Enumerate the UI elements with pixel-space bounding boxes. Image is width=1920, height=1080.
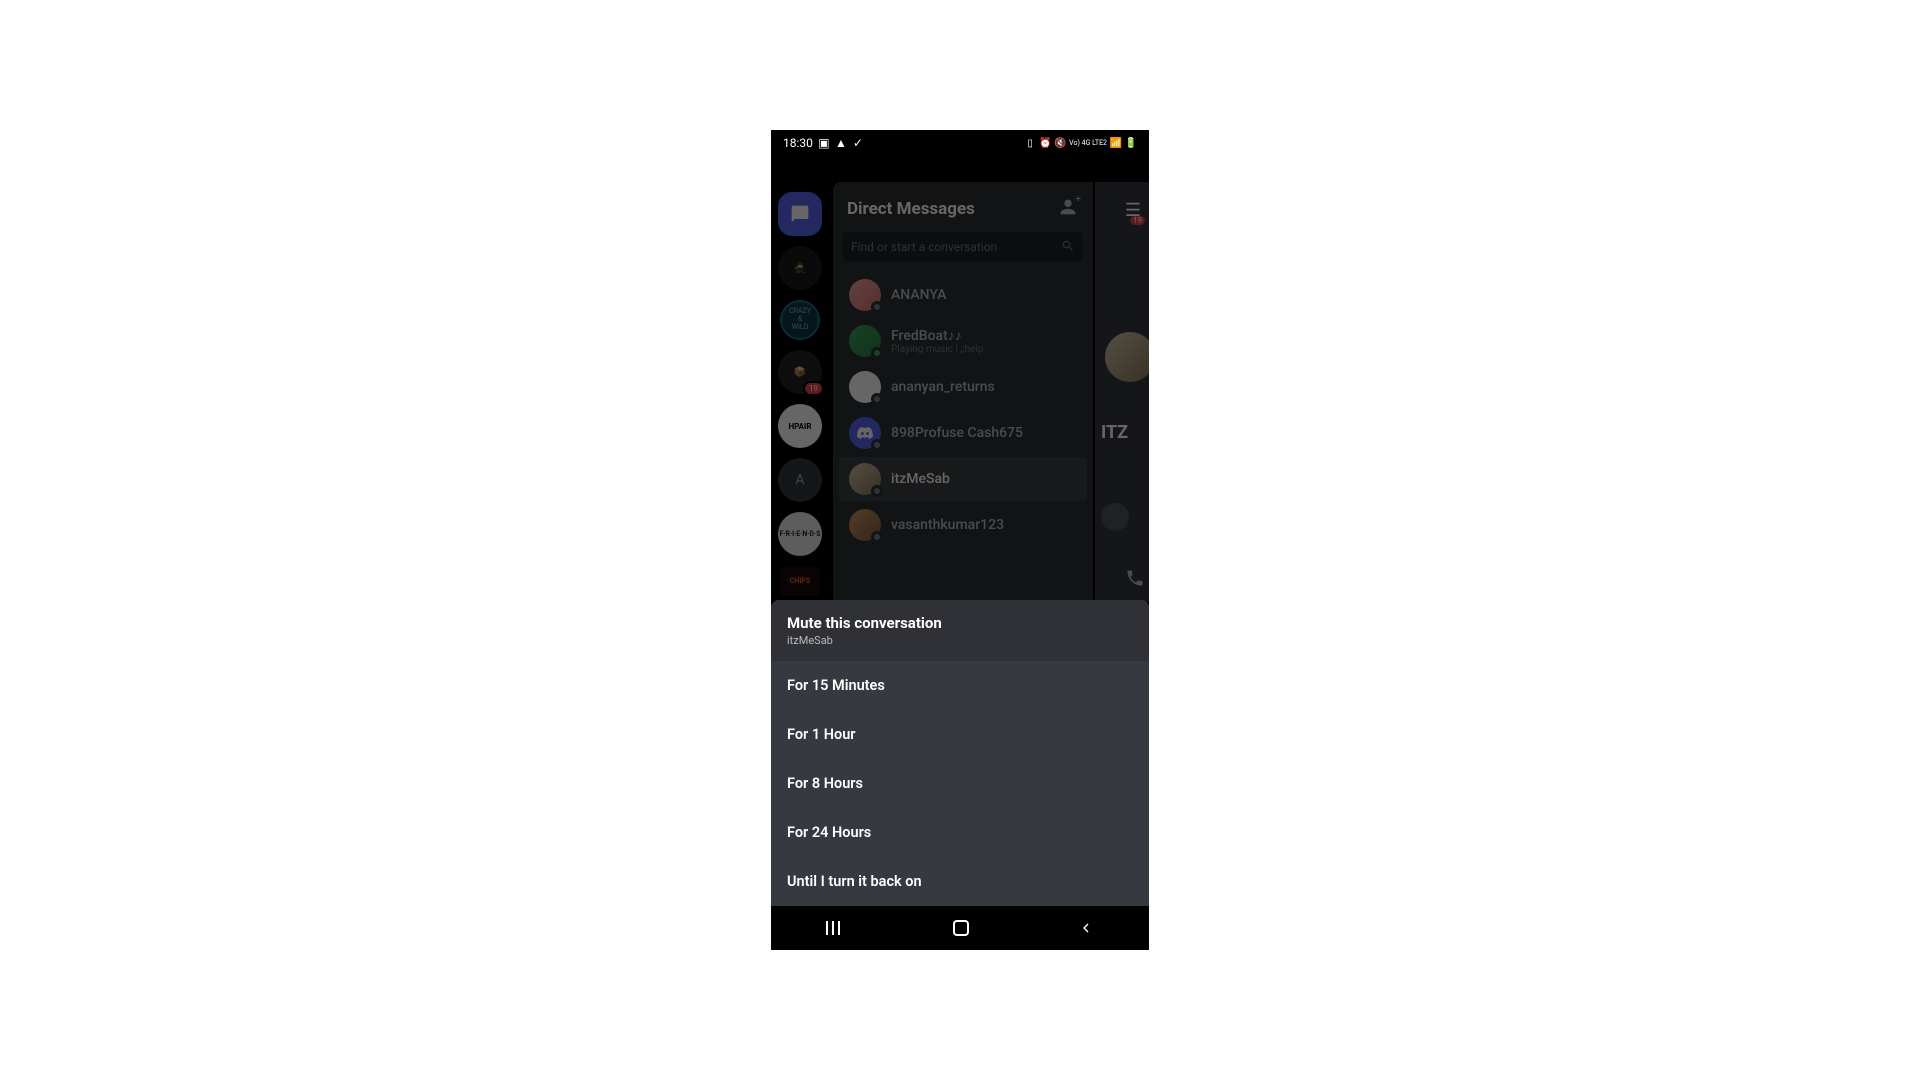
signal-icon: 📶 [1110,137,1122,149]
image-icon: ▣ [818,137,830,149]
mute-option-1hour[interactable]: For 1 Hour [771,710,1149,759]
alarm-icon: ⏰ [1039,137,1051,149]
status-bar: 18:30 ▣ ▲ ✓ ▯ ⏰ 🔇 Vo) 4G LTE2 📶 🔋 [771,130,1149,156]
mute-option-15min[interactable]: For 15 Minutes [771,661,1149,710]
sheet-header: Mute this conversation itzMeSab [771,600,1149,661]
mute-bottom-sheet: Mute this conversation itzMeSab For 15 M… [771,600,1149,906]
mute-option-indefinite[interactable]: Until I turn it back on [771,857,1149,906]
home-button[interactable] [953,920,969,936]
card-icon: ▯ [1024,137,1036,149]
recent-apps-button[interactable] [826,921,844,935]
network-label: Vo) 4G LTE2 [1069,140,1107,147]
mute-option-8hours[interactable]: For 8 Hours [771,759,1149,808]
status-left: 18:30 ▣ ▲ ✓ [783,136,864,150]
phone-frame: 18:30 ▣ ▲ ✓ ▯ ⏰ 🔇 Vo) 4G LTE2 📶 🔋 🥷 CRAZ… [771,130,1149,950]
warning-icon: ▲ [835,137,847,149]
status-right: ▯ ⏰ 🔇 Vo) 4G LTE2 📶 🔋 [1024,137,1137,149]
battery-icon: 🔋 [1125,137,1137,149]
android-navbar [771,906,1149,950]
mute-icon: 🔇 [1054,137,1066,149]
status-time: 18:30 [783,136,813,150]
check-icon: ✓ [852,137,864,149]
sheet-subtitle: itzMeSab [787,634,1133,647]
back-button[interactable] [1078,920,1094,936]
sheet-title: Mute this conversation [787,614,1133,632]
mute-option-24hours[interactable]: For 24 Hours [771,808,1149,857]
